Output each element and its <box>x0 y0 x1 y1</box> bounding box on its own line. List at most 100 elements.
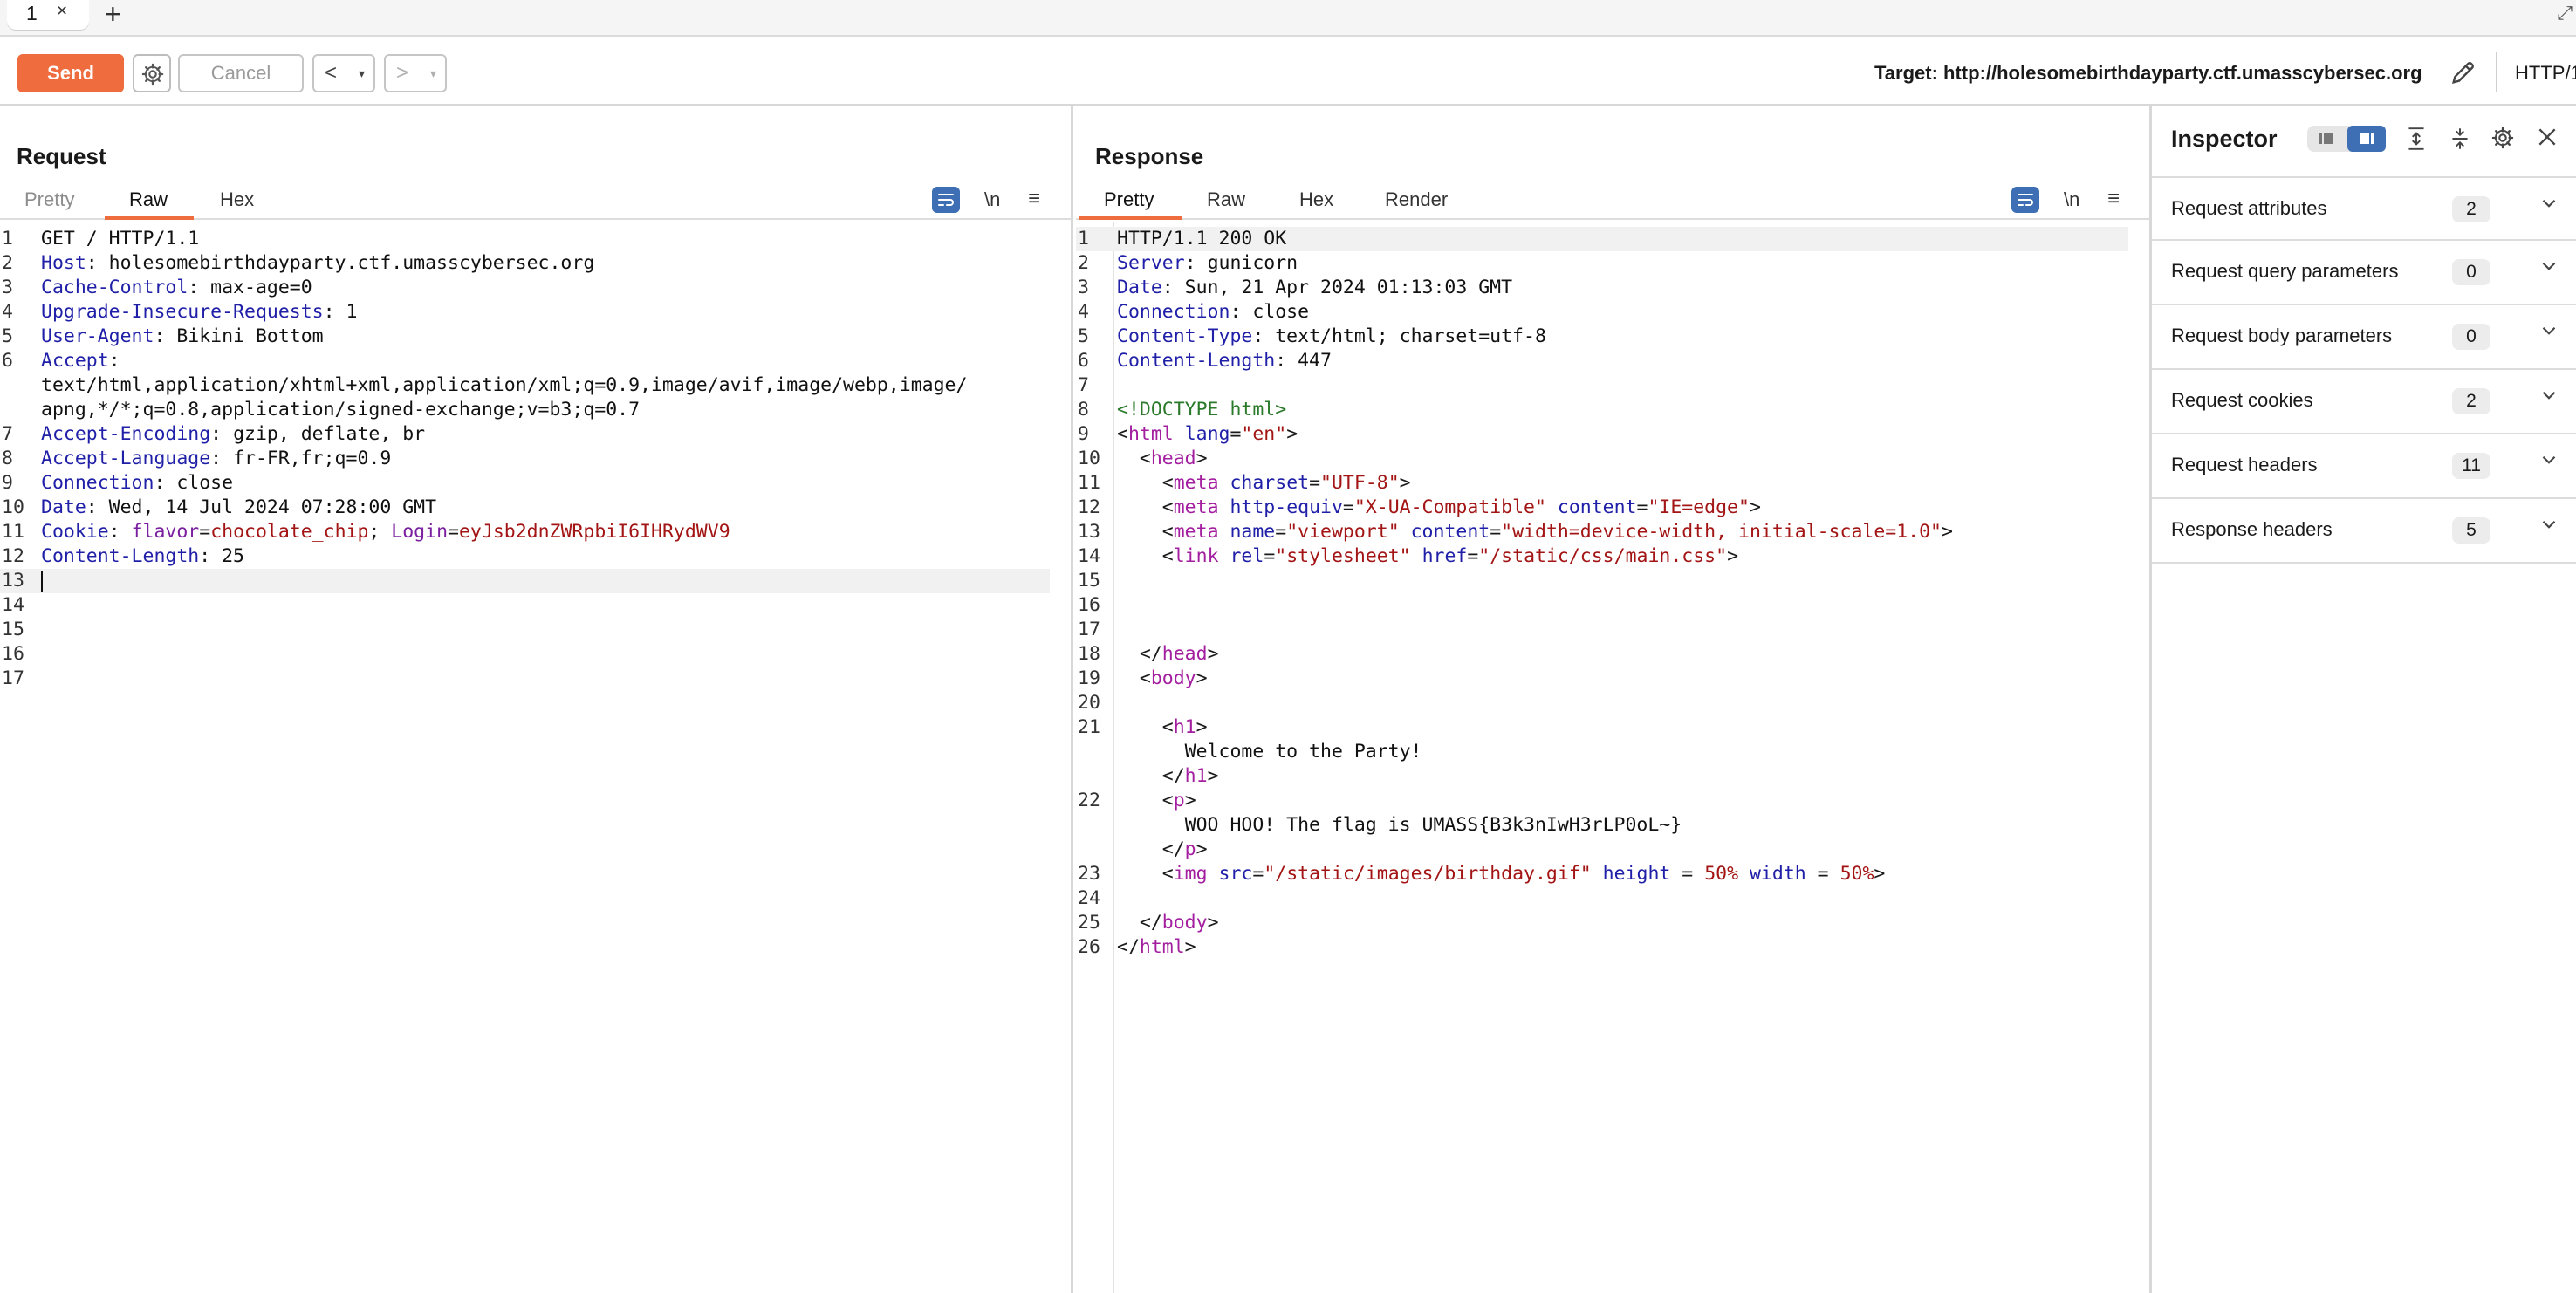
forward-button[interactable]: > ▾ <box>384 54 447 92</box>
gear-icon <box>141 63 164 86</box>
code-line: 10 Date: Wed, 14 Jul 2024 07:28:00 GMT <box>2 496 437 518</box>
request-editor[interactable]: 1 GET / HTTP/1.1 2 Host: holesomebirthdayp… <box>0 222 1071 1293</box>
chevron-down-icon[interactable] <box>2538 513 2560 536</box>
active-tab-underline <box>1079 216 1182 220</box>
new-tab-button[interactable]: + <box>105 0 121 31</box>
code-line: 22 <p> <box>1078 790 1196 811</box>
code-line: 15 <box>2 619 24 640</box>
code-line-current[interactable]: 13 <box>0 569 1050 593</box>
close-icon[interactable] <box>2536 126 2559 148</box>
list-view-icon[interactable] <box>2318 132 2335 146</box>
code-line: 2 Host: holesomebirthdayparty.ctf.umasscy… <box>2 252 595 274</box>
response-pane: Response Pretty Raw Hex Render \n ≡ 1 HTT… <box>1076 106 2152 1293</box>
code-line: 6 Accept: <box>2 350 120 372</box>
chevron-down-icon[interactable] <box>2538 384 2560 407</box>
code-line: 4 Connection: close <box>1078 301 1310 323</box>
response-title: Response <box>1095 143 1204 169</box>
code-line: 3 Date: Sun, 21 Apr 2024 01:13:03 GMT <box>1078 277 1513 298</box>
count-badge: 0 <box>2452 259 2490 285</box>
newline-icon[interactable]: \n <box>984 188 1000 211</box>
count-badge: 2 <box>2452 196 2490 222</box>
code-line: 15 <box>1078 570 1100 592</box>
inspector-section-request-headers[interactable]: Request headers 11 <box>2152 434 2576 499</box>
request-tabs: Pretty Raw Hex \n ≡ <box>0 183 1071 220</box>
code-line: 16 <box>2 643 24 665</box>
code-line: 21 <h1> <box>1078 716 1208 738</box>
inspector-title: Inspector <box>2171 126 2278 152</box>
newline-icon[interactable]: \n <box>2064 188 2079 211</box>
inspector-section-response-headers[interactable]: Response headers 5 <box>2152 499 2576 564</box>
response-editor[interactable]: 1 HTTP/1.1 200 OK 2 Server: gunicorn 3 Date… <box>1076 222 2149 1293</box>
request-tab-hex[interactable]: Hex <box>220 188 254 211</box>
tab-close-icon[interactable]: × <box>57 1 67 22</box>
response-code[interactable]: 1 HTTP/1.1 200 OK 2 Server: gunicorn 3 Date… <box>1076 227 2128 960</box>
chevron-down-icon[interactable] <box>2538 448 2560 471</box>
count-badge: 11 <box>2452 453 2490 479</box>
gear-icon[interactable] <box>2490 126 2515 150</box>
forward-label: > <box>396 61 409 85</box>
pencil-icon[interactable] <box>2449 58 2478 87</box>
code-line: 17 <box>2 667 24 689</box>
response-tab-render[interactable]: Render <box>1385 188 1448 211</box>
cancel-button[interactable]: Cancel <box>178 54 304 92</box>
collapse-icon[interactable] <box>2449 126 2471 152</box>
code-line: 5 Content-Type: text/html; charset=utf-8 <box>1078 325 1546 347</box>
code-line: </h1> <box>1117 765 1219 787</box>
menu-icon[interactable]: ≡ <box>2107 187 2120 211</box>
response-tab-raw[interactable]: Raw <box>1207 188 1245 211</box>
chevron-down-icon[interactable] <box>2538 192 2560 215</box>
text-caret <box>41 571 43 592</box>
code-line: 9 <html lang="en"> <box>1078 423 1298 445</box>
request-tab-pretty[interactable]: Pretty <box>24 188 74 211</box>
forward-dropdown-icon[interactable]: ▾ <box>430 56 436 91</box>
code-line: Welcome to the Party! <box>1184 741 1422 763</box>
resize-icon[interactable]: ⤢ <box>2557 2 2573 24</box>
code-line: 9 Connection: close <box>2 472 234 494</box>
code-line: 24 <box>1078 887 1100 909</box>
code-line: WOO HOO! The flag is UMASS{B3k3nIwH3rLP0… <box>1184 814 1682 836</box>
inspector-section-request-cookies[interactable]: Request cookies 2 <box>2152 370 2576 434</box>
code-line: 19 <body> <box>1078 667 1208 689</box>
repeater-toolbar: Send Cancel < ▾ > ▾ Target: http://holes… <box>0 37 2576 106</box>
chevron-down-icon[interactable] <box>2538 319 2560 342</box>
code-line: 12 <meta http-equiv="X-UA-Compatible" co… <box>1078 496 1761 518</box>
wrap-icon[interactable] <box>2011 187 2039 213</box>
code-line: 7 <box>1078 374 1089 396</box>
code-line: 4 Upgrade-Insecure-Requests: 1 <box>2 301 358 323</box>
code-line: 14 <link rel="stylesheet" href="/static/… <box>1078 545 1739 567</box>
chevron-down-icon[interactable] <box>2538 255 2560 277</box>
code-line: 25 </body> <box>1078 912 1219 934</box>
code-line: 1 GET / HTTP/1.1 <box>2 228 200 250</box>
settings-button[interactable] <box>133 54 171 92</box>
back-dropdown-icon[interactable]: ▾ <box>359 56 365 91</box>
request-tab-raw[interactable]: Raw <box>129 188 168 211</box>
inspector-view-toggle[interactable] <box>2307 126 2386 152</box>
code-line: 13 <meta name="viewport" content="width=… <box>1078 521 1953 543</box>
back-button[interactable]: < ▾ <box>312 54 375 92</box>
code-line: 1 HTTP/1.1 200 OK <box>1076 227 2128 251</box>
panel-view-button[interactable] <box>2347 126 2386 152</box>
inspector-section-request-attributes[interactable]: Request attributes 2 <box>2152 176 2576 241</box>
response-tab-hex[interactable]: Hex <box>1299 188 1333 211</box>
code-line: 7 Accept-Encoding: gzip, deflate, br <box>2 423 426 445</box>
response-tabs: Pretty Raw Hex Render \n ≡ <box>1076 183 2149 220</box>
request-title: Request <box>17 143 106 169</box>
expand-icon[interactable] <box>2405 126 2428 152</box>
tab-1[interactable]: 1 × <box>7 0 89 30</box>
code-line: 23 <img src="/static/images/birthday.gif… <box>1078 863 1886 885</box>
response-tab-pretty[interactable]: Pretty <box>1104 188 1154 211</box>
menu-icon[interactable]: ≡ <box>1028 187 1040 211</box>
toolbar-divider <box>2496 52 2497 92</box>
request-code[interactable]: 1 GET / HTTP/1.1 2 Host: holesomebirthdayp… <box>0 227 1050 691</box>
code-line: 18 </head> <box>1078 643 1219 665</box>
wrap-icon[interactable] <box>932 187 960 213</box>
inspector-section-request-query-parameters[interactable]: Request query parameters 0 <box>2152 241 2576 305</box>
code-line: 2 Server: gunicorn <box>1078 252 1298 274</box>
send-button[interactable]: Send <box>17 54 124 92</box>
code-line: 11 <meta charset="UTF-8"> <box>1078 472 1411 494</box>
http-version-label[interactable]: HTTP/1 <box>2515 56 2576 91</box>
inspector-section-request-body-parameters[interactable]: Request body parameters 0 <box>2152 305 2576 370</box>
request-pane: Request Pretty Raw Hex \n ≡ 1 GET / HTTP/… <box>0 106 1073 1293</box>
code-line: 8 <!DOCTYPE html> <box>1078 399 1287 421</box>
code-line: 3 Cache-Control: max-age=0 <box>2 277 312 298</box>
